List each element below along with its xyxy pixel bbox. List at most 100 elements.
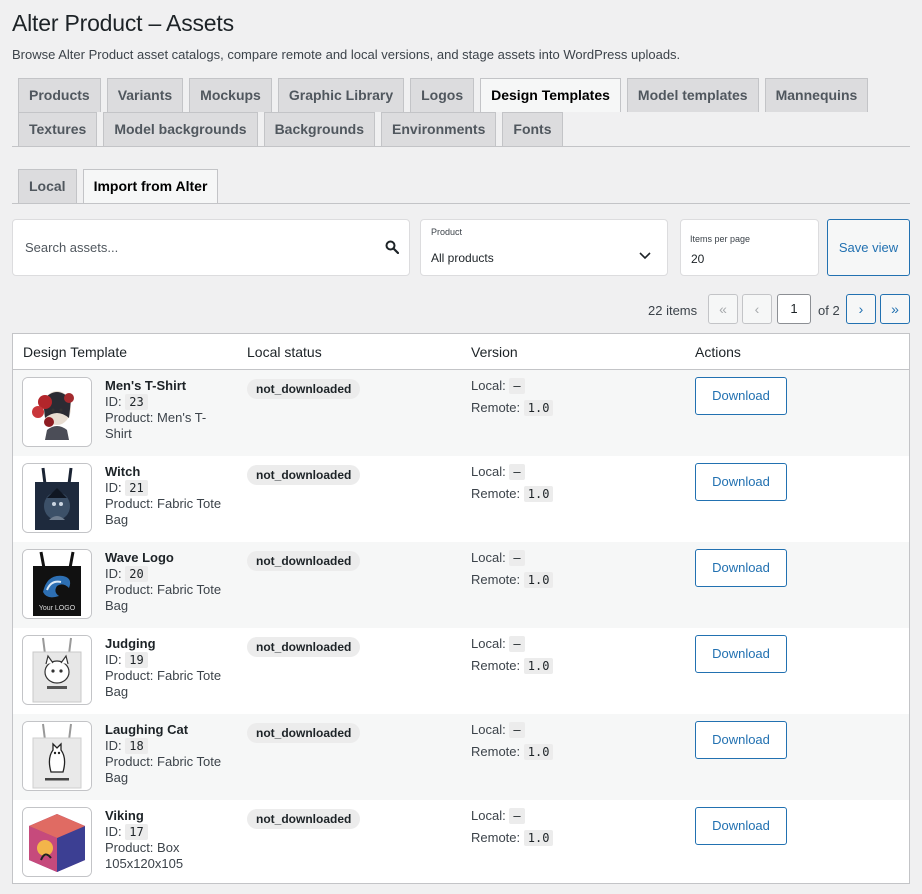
download-button[interactable]: Download: [695, 721, 787, 759]
items-per-page-field[interactable]: Items per page 20: [680, 219, 819, 276]
download-button[interactable]: Download: [695, 549, 787, 587]
version-remote-value: 1.0: [523, 744, 554, 760]
status-badge: not_downloaded: [247, 637, 361, 657]
tshirt-art-image: [23, 378, 91, 446]
tab-logos[interactable]: Logos: [410, 78, 475, 112]
tab-environments[interactable]: Environments: [381, 112, 497, 146]
asset-id: 19: [125, 652, 148, 668]
status-badge: not_downloaded: [247, 551, 361, 571]
items-per-page-value: 20: [691, 252, 705, 266]
white-tote-image: [23, 636, 91, 704]
first-page-button[interactable]: «: [708, 294, 738, 324]
version-local: Local: –: [471, 550, 525, 566]
version-remote: Remote: 1.0: [471, 658, 554, 674]
status-badge: not_downloaded: [247, 465, 361, 485]
column-version: Version: [471, 344, 518, 360]
version-local: Local: –: [471, 808, 525, 824]
asset-name: Men's T-Shirt: [105, 378, 187, 393]
asset-tabs-row-2: Textures Model backgrounds Backgrounds E…: [18, 112, 910, 146]
items-count: 22 items: [648, 303, 698, 318]
asset-name: Wave Logo: [105, 550, 174, 565]
asset-product-label: Product:: [105, 668, 154, 683]
download-button[interactable]: Download: [695, 377, 787, 415]
version-local: Local: –: [471, 378, 525, 394]
download-button[interactable]: Download: [695, 807, 787, 845]
product-select-value: All products: [431, 251, 494, 265]
next-page-button[interactable]: ›: [846, 294, 876, 324]
tab-mannequins[interactable]: Mannequins: [764, 78, 869, 112]
total-pages: of 2: [818, 303, 840, 318]
asset-meta: ID: 17 Product: Box 105x120x105: [105, 824, 231, 872]
asset-id-label: ID:: [105, 480, 122, 495]
tab-design-templates[interactable]: Design Templates: [480, 78, 621, 112]
version-remote: Remote: 1.0: [471, 486, 554, 502]
asset-thumbnail: [22, 635, 92, 705]
page-description: Browse Alter Product asset catalogs, com…: [12, 47, 681, 62]
table-row: Your LOGO Wave Logo ID: 20 Product: Fabr…: [13, 542, 909, 628]
subtab-local[interactable]: Local: [18, 169, 77, 203]
version-remote-label: Remote:: [471, 744, 521, 759]
asset-product-label: Product:: [105, 496, 154, 511]
tab-textures[interactable]: Textures: [18, 112, 98, 146]
asset-meta: ID: 20 Product: Fabric Tote Bag: [105, 566, 231, 614]
tab-products[interactable]: Products: [18, 78, 101, 112]
asset-thumbnail: [22, 807, 92, 877]
tab-fonts[interactable]: Fonts: [502, 112, 563, 146]
tab-mockups[interactable]: Mockups: [189, 78, 272, 112]
asset-name: Judging: [105, 636, 156, 651]
save-view-button[interactable]: Save view: [827, 219, 910, 276]
asset-id-line: ID: 17: [105, 824, 231, 840]
download-button[interactable]: Download: [695, 463, 787, 501]
asset-product-line: Product: Box 105x120x105: [105, 840, 231, 872]
tab-model-backgrounds[interactable]: Model backgrounds: [103, 112, 258, 146]
product-select[interactable]: Product All products: [420, 219, 668, 276]
asset-meta: ID: 19 Product: Fabric Tote Bag: [105, 652, 231, 700]
version-local: Local: –: [471, 464, 525, 480]
tab-backgrounds[interactable]: Backgrounds: [263, 112, 376, 146]
asset-id-line: ID: 23: [105, 394, 231, 410]
version-remote-label: Remote:: [471, 572, 521, 587]
asset-product-line: Product: Fabric Tote Bag: [105, 754, 231, 786]
black-tote-image: Your LOGO: [23, 550, 91, 618]
prev-page-button[interactable]: ‹: [742, 294, 772, 324]
box-image: [23, 808, 91, 876]
table-row: Men's T-Shirt ID: 23 Product: Men's T-Sh…: [13, 370, 909, 456]
column-local-status: Local status: [247, 344, 322, 360]
table-row: Judging ID: 19 Product: Fabric Tote Bag …: [13, 628, 909, 714]
asset-id-label: ID:: [105, 824, 122, 839]
current-page-input[interactable]: 1: [777, 294, 811, 324]
download-button[interactable]: Download: [695, 635, 787, 673]
version-remote-value: 1.0: [523, 572, 554, 588]
dark-tote-image: [23, 464, 91, 532]
asset-product-line: Product: Fabric Tote Bag: [105, 668, 231, 700]
subtab-import-from-alter[interactable]: Import from Alter: [82, 169, 219, 203]
version-remote: Remote: 1.0: [471, 572, 554, 588]
version-remote-label: Remote:: [471, 486, 521, 501]
status-badge: not_downloaded: [247, 723, 361, 743]
asset-product-label: Product:: [105, 410, 154, 425]
table-row: Viking ID: 17 Product: Box 105x120x105 n…: [13, 800, 909, 886]
asset-product-label: Product:: [105, 840, 154, 855]
status-badge: not_downloaded: [247, 379, 361, 399]
search-input[interactable]: [13, 220, 373, 275]
search-icon[interactable]: [385, 240, 399, 254]
version-local-label: Local:: [471, 722, 506, 737]
version-local-value: –: [509, 808, 525, 824]
asset-product-line: Product: Fabric Tote Bag: [105, 582, 231, 614]
version-remote-value: 1.0: [523, 830, 554, 846]
asset-thumbnail: [22, 377, 92, 447]
tab-graphic-library[interactable]: Graphic Library: [277, 78, 405, 112]
asset-meta: ID: 23 Product: Men's T-Shirt: [105, 394, 231, 442]
version-remote-label: Remote:: [471, 400, 521, 415]
asset-product-line: Product: Fabric Tote Bag: [105, 496, 231, 528]
tab-variants[interactable]: Variants: [106, 78, 184, 112]
version-remote: Remote: 1.0: [471, 830, 554, 846]
tab-model-templates[interactable]: Model templates: [626, 78, 759, 112]
version-remote-value: 1.0: [523, 658, 554, 674]
asset-id: 21: [125, 480, 148, 496]
product-select-label: Product: [431, 227, 463, 237]
page-title: Alter Product – Assets: [12, 10, 234, 36]
last-page-button[interactable]: »: [880, 294, 910, 324]
asset-meta: ID: 21 Product: Fabric Tote Bag: [105, 480, 231, 528]
table-row: Laughing Cat ID: 18 Product: Fabric Tote…: [13, 714, 909, 800]
